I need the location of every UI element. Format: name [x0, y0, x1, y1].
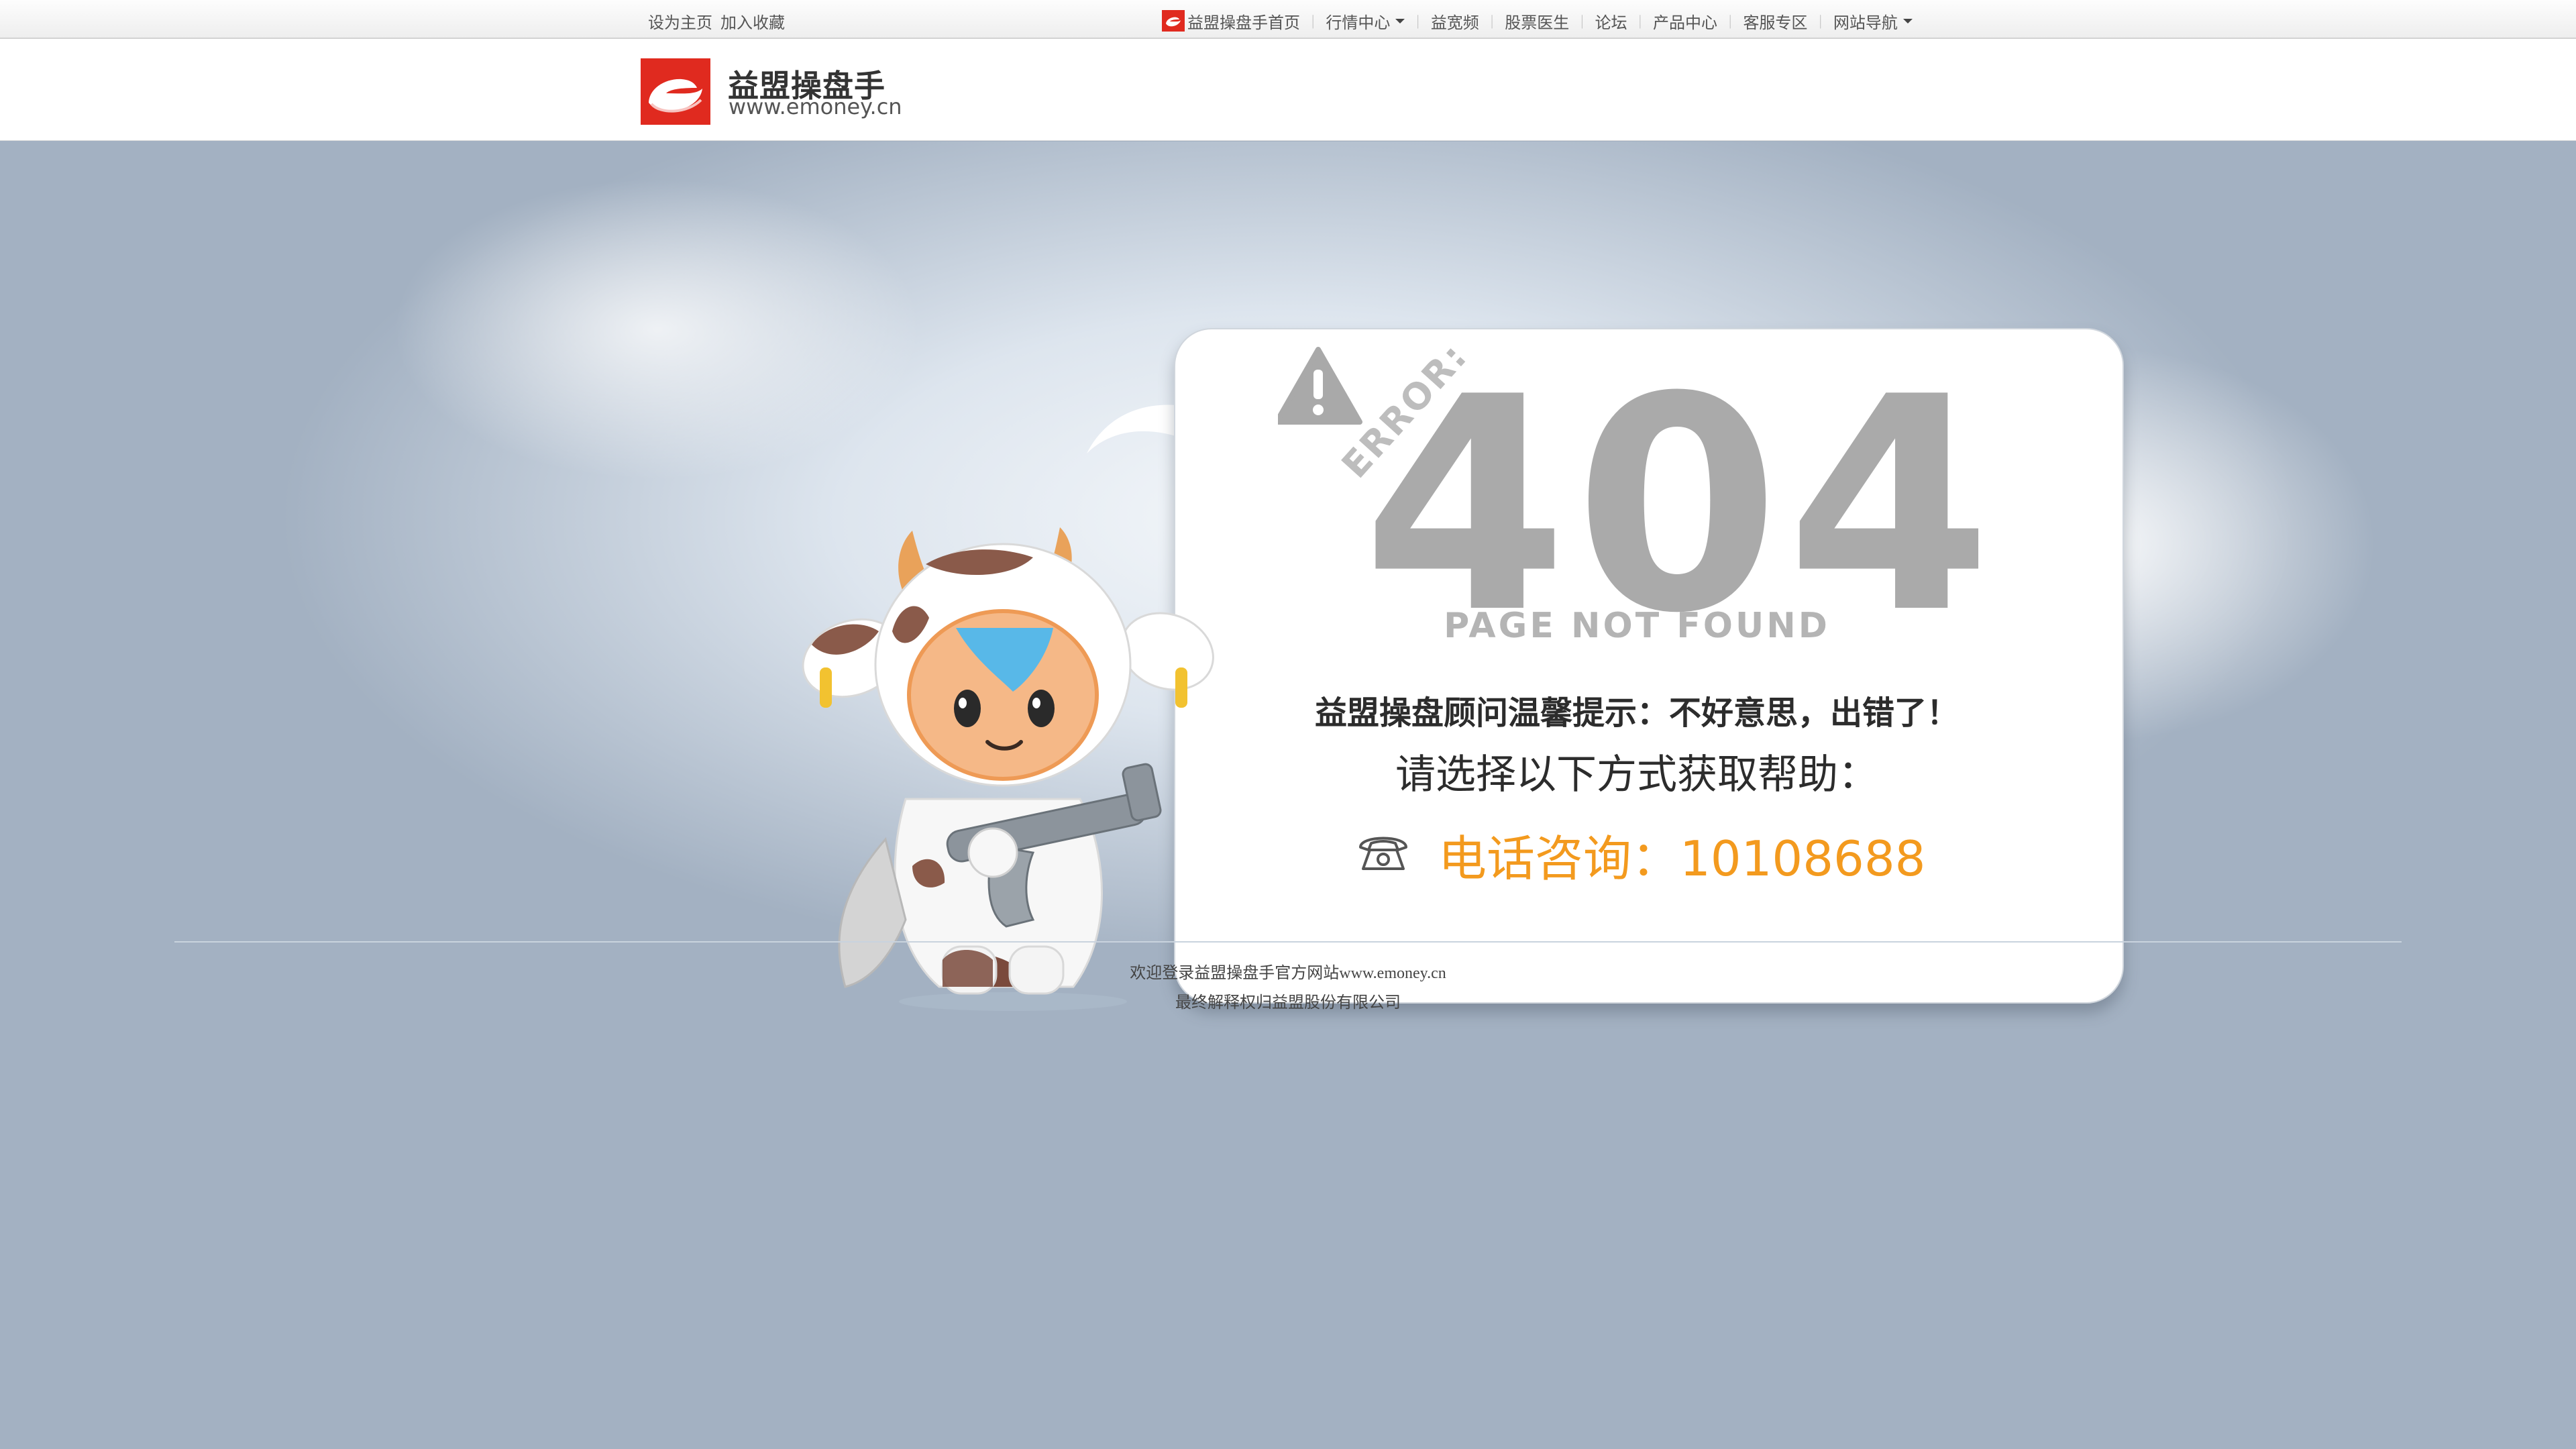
nav-separator: | [1311, 12, 1315, 29]
nav-separator: | [1819, 12, 1822, 29]
cow-mascot-illustration [802, 527, 1214, 1011]
nav-home-label: 益盟操盘手首页 [1187, 14, 1300, 32]
speech-bubble-tail [1087, 405, 1187, 453]
footer-welcome: 欢迎登录益盟操盘手官方网站www.emoney.cn [1130, 965, 1446, 982]
error-hero: ERROR: 404 PAGE NOT FOUND 益盟操盘顾问温馨提示：不好意… [174, 142, 2402, 1011]
add-favorite-link[interactable]: 加入收藏 [720, 9, 785, 33]
page-not-found-label: PAGE NOT FOUND [1444, 606, 1830, 646]
nav-site-navigation[interactable]: 网站导航 [1833, 9, 1913, 33]
nav-forum[interactable]: 论坛 [1595, 9, 1627, 33]
nav-separator: | [1416, 12, 1419, 29]
footer-divider [174, 941, 2402, 943]
nav-separator: | [1580, 12, 1584, 29]
nav-separator: | [1490, 12, 1494, 29]
set-home-link[interactable]: 设为主页 [648, 9, 712, 33]
emoney-logo-icon [1162, 10, 1185, 32]
caret-down-icon [1395, 18, 1405, 23]
help-heading: 请选择以下方式获取帮助： [1395, 751, 1878, 798]
warning-icon [1278, 347, 1362, 425]
advisor-tip: 益盟操盘顾问温馨提示：不好意思，出错了！ [1314, 694, 1959, 732]
brand-url: www.emoney.cn [729, 94, 902, 119]
site-header [0, 39, 2576, 141]
top-bar: 设为主页 加入收藏 益盟操盘手首页 | 行情中心 | 益宽频 | 股票医生 | … [0, 0, 2576, 39]
nav-product-center[interactable]: 产品中心 [1653, 9, 1717, 33]
nav-market-center[interactable]: 行情中心 [1326, 9, 1405, 33]
nav-market-center-label: 行情中心 [1326, 14, 1391, 32]
emoney-logo-icon[interactable] [641, 58, 710, 125]
footer-copyright: 最终解释权归益盟股份有限公司 [1175, 994, 1401, 1012]
telephone-icon [1359, 837, 1407, 870]
phone-consultation[interactable]: 电话咨询：10108688 [1438, 819, 1925, 890]
nav-site-navigation-label: 网站导航 [1833, 14, 1898, 32]
nav-home[interactable]: 益盟操盘手首页 [1162, 9, 1300, 33]
nav-broadband[interactable]: 益宽频 [1431, 9, 1479, 33]
nav-customer-service[interactable]: 客服专区 [1743, 9, 1807, 33]
nav-stock-doctor[interactable]: 股票医生 [1505, 9, 1569, 33]
nav-separator: | [1729, 12, 1732, 29]
caret-down-icon [1902, 18, 1913, 23]
top-nav: 益盟操盘手首页 | 行情中心 | 益宽频 | 股票医生 | 论坛 | 产品中心 … [1162, 9, 1913, 32]
nav-separator: | [1638, 12, 1642, 29]
